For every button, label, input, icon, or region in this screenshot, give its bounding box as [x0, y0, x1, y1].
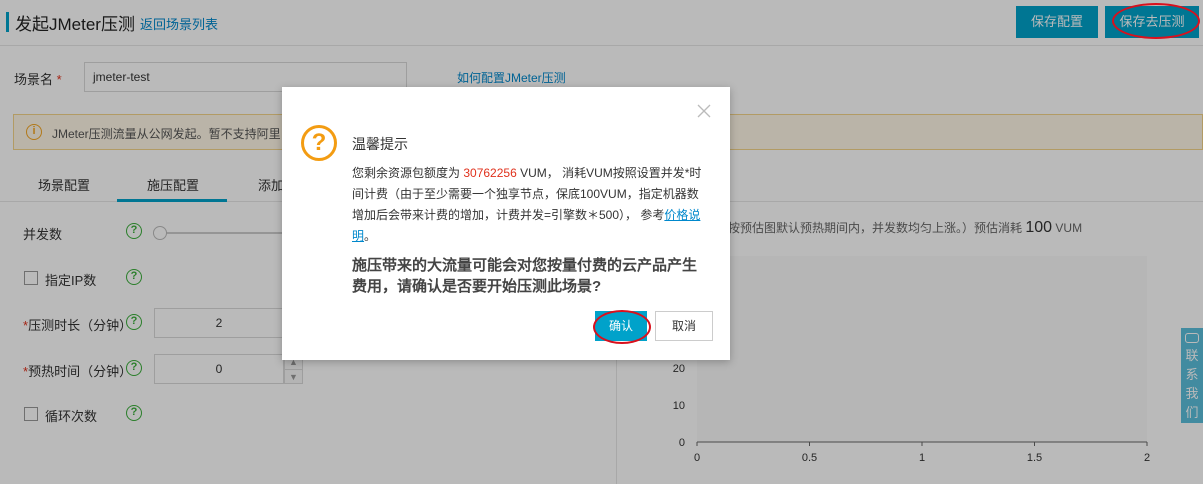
dialog-body: 您剩余资源包额度为 30762256 VUM， 消耗VUM按照设置并发*时间计费… [352, 166, 702, 243]
dialog-title: 温馨提示 [352, 136, 408, 152]
annotation-circle-save-test [1112, 3, 1200, 39]
cancel-button[interactable]: 取消 [655, 311, 713, 341]
dialog-warning: 施压带来的大流量可能会对您按量付费的云产品产生费用，请确认是否要开始压测此场景? [352, 257, 698, 295]
close-icon[interactable] [696, 103, 712, 119]
confirm-dialog: ? 温馨提示 您剩余资源包额度为 30762256 VUM， 消耗VUM按照设置… [282, 87, 730, 360]
remaining-balance: 30762256 [463, 166, 517, 180]
page: 发起JMeter压测 返回场景列表 保存配置 保存去压测 场景名 * jmete… [0, 0, 1203, 484]
annotation-circle-confirm [593, 310, 651, 344]
question-icon: ? [301, 125, 337, 161]
